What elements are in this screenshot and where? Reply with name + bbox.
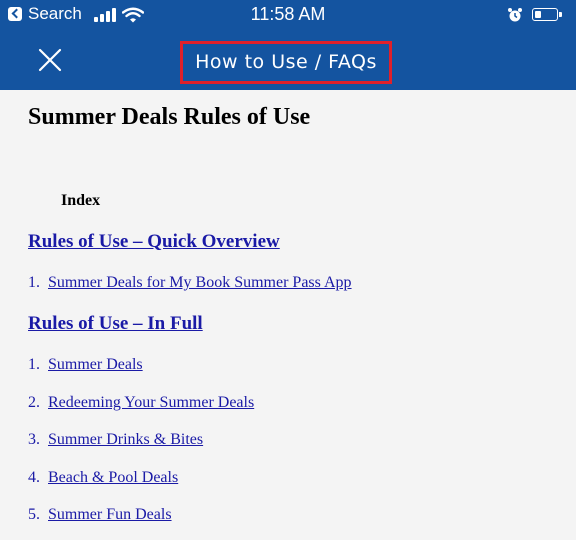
link-summer-deals-app[interactable]: 1. Summer Deals for My Book Summer Pass A…	[28, 274, 352, 292]
battery-icon	[532, 8, 562, 21]
page-title: Summer Deals Rules of Use	[28, 104, 311, 130]
link-label: Beach & Pool Deals	[48, 469, 179, 486]
link-label: Redeeming Your Summer Deals	[48, 394, 255, 411]
link-beach-pool-deals[interactable]: 4. Beach & Pool Deals	[28, 469, 178, 487]
item-number: 2.	[28, 394, 40, 411]
link-label: Summer Fun Deals	[48, 506, 172, 523]
nav-bar: How to Use / FAQs	[0, 30, 576, 90]
item-number: 1.	[28, 274, 40, 291]
item-number: 5.	[28, 506, 40, 523]
nav-title-highlight: How to Use / FAQs	[180, 41, 392, 84]
alarm-clock-icon	[508, 8, 522, 22]
close-icon[interactable]	[33, 43, 67, 77]
status-time: 11:58 AM	[250, 4, 326, 24]
nav-title: How to Use / FAQs	[195, 51, 377, 73]
item-number: 4.	[28, 469, 40, 486]
section-link-in-full[interactable]: Rules of Use – In Full	[28, 313, 203, 335]
link-label: Summer Deals	[48, 356, 143, 373]
item-number: 1.	[28, 356, 40, 373]
link-redeeming-deals[interactable]: 2. Redeeming Your Summer Deals	[28, 394, 254, 412]
link-summer-fun-deals[interactable]: 5. Summer Fun Deals	[28, 506, 172, 524]
item-number: 3.	[28, 431, 40, 448]
link-label: Summer Drinks & Bites	[48, 431, 204, 448]
section-link-quick-overview[interactable]: Rules of Use – Quick Overview	[28, 231, 280, 253]
status-bar: Search 11:58 AM	[0, 0, 576, 30]
link-drinks-bites[interactable]: 3. Summer Drinks & Bites	[28, 431, 203, 449]
link-label: Summer Deals for My Book Summer Pass App	[48, 274, 352, 291]
link-summer-deals[interactable]: 1. Summer Deals	[28, 356, 143, 374]
index-label: Index	[61, 192, 101, 209]
